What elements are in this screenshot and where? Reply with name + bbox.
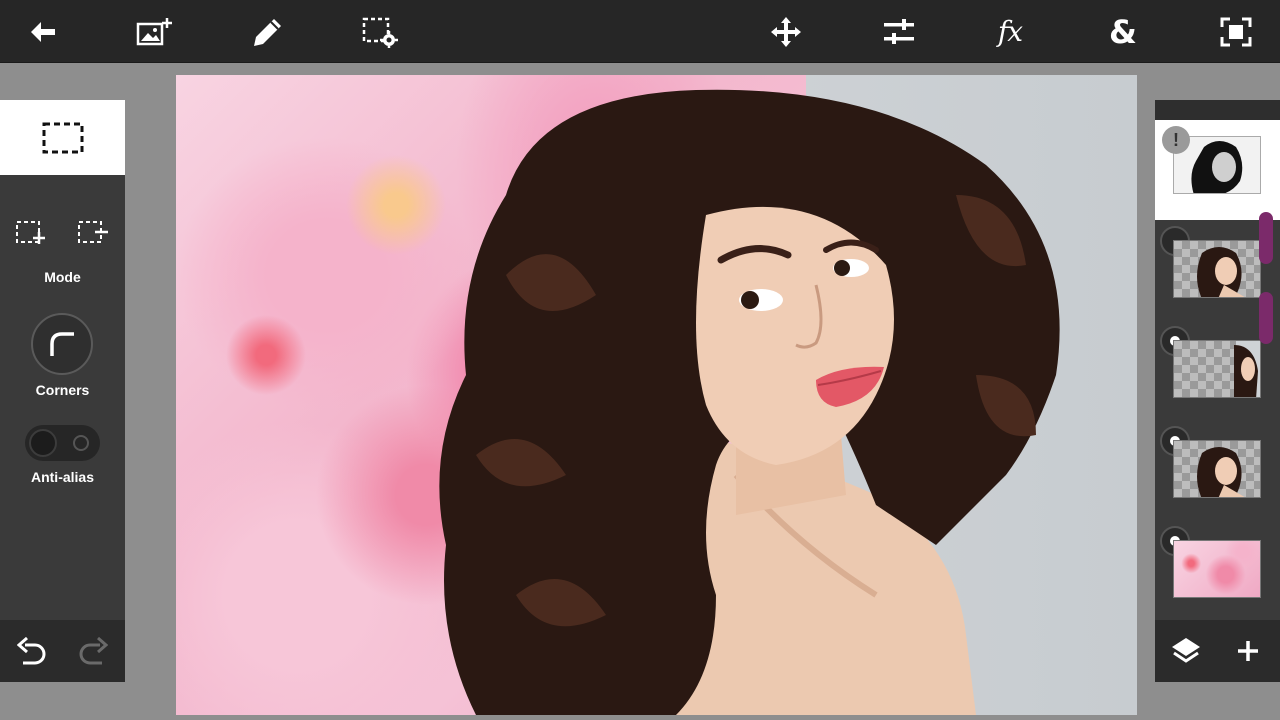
add-selection-icon	[16, 221, 45, 244]
fit-screen-button[interactable]	[1206, 0, 1266, 63]
layers-scroll-thumb-secondary[interactable]	[1259, 292, 1273, 344]
layer-thumbnail	[1173, 240, 1261, 298]
effects-button[interactable]: fx	[980, 0, 1040, 63]
brush-button[interactable]	[238, 0, 298, 63]
layers-panel: !	[1155, 100, 1280, 620]
back-arrow-icon	[31, 21, 55, 42]
rounded-corner-icon	[50, 332, 74, 356]
layers-scroll-thumb[interactable]	[1259, 212, 1273, 264]
add-image-icon	[136, 17, 172, 45]
subtract-selection-button[interactable]	[71, 212, 115, 252]
layer-thumbnail	[1173, 440, 1261, 498]
selection-settings-icon	[362, 17, 398, 48]
layers-stack-icon	[1172, 638, 1200, 663]
layers-button[interactable]	[1155, 620, 1217, 682]
top-toolbar: fx &	[0, 0, 1280, 63]
blend-icon: &	[1109, 12, 1137, 51]
warning-badge[interactable]: !	[1162, 126, 1190, 154]
selection-settings-button[interactable]	[350, 0, 410, 63]
add-selection-button[interactable]	[9, 212, 53, 252]
layers-footer	[1155, 620, 1280, 682]
toggle-knob	[29, 429, 57, 457]
fit-screen-icon	[1220, 17, 1252, 46]
undo-button[interactable]	[2, 620, 62, 682]
image-canvas[interactable]	[176, 75, 1137, 715]
layer-thumbnail	[1173, 340, 1261, 398]
antialias-label: Anti-alias	[30, 469, 94, 485]
move-icon	[771, 16, 801, 47]
history-bar	[0, 620, 125, 682]
rectangle-selection-tool[interactable]	[0, 100, 125, 175]
layer-mask[interactable]: !	[1155, 120, 1280, 220]
brush-icon	[254, 18, 281, 46]
layer-thumbnail	[1173, 540, 1261, 598]
add-image-button[interactable]	[126, 0, 186, 63]
adjustments-button[interactable]	[869, 0, 929, 63]
blend-button[interactable]: &	[1093, 0, 1153, 63]
tool-options-panel: Mode Corners Anti-alias	[0, 100, 125, 620]
fx-icon: fx	[997, 15, 1023, 48]
antialias-toggle[interactable]	[25, 425, 100, 461]
rectangle-selection-icon	[42, 122, 83, 153]
back-button[interactable]	[13, 0, 73, 63]
add-layer-button[interactable]	[1217, 620, 1279, 682]
mode-label: Mode	[44, 269, 81, 285]
layer-flowers[interactable]	[1155, 520, 1280, 620]
undo-icon	[17, 637, 46, 665]
portrait-subject	[439, 89, 1060, 715]
corners-button[interactable]	[31, 313, 93, 375]
corners-label: Corners	[35, 382, 90, 398]
plus-icon	[1238, 641, 1258, 661]
mode-row	[0, 212, 125, 252]
subtract-selection-icon	[78, 221, 108, 243]
redo-button[interactable]	[63, 620, 123, 682]
layer-portrait-copy[interactable]	[1155, 420, 1280, 520]
move-button[interactable]	[756, 0, 816, 63]
adjustments-icon	[884, 18, 914, 44]
layers-panel-header	[1155, 100, 1280, 120]
toggle-off-indicator	[73, 435, 89, 451]
redo-icon	[79, 637, 108, 665]
